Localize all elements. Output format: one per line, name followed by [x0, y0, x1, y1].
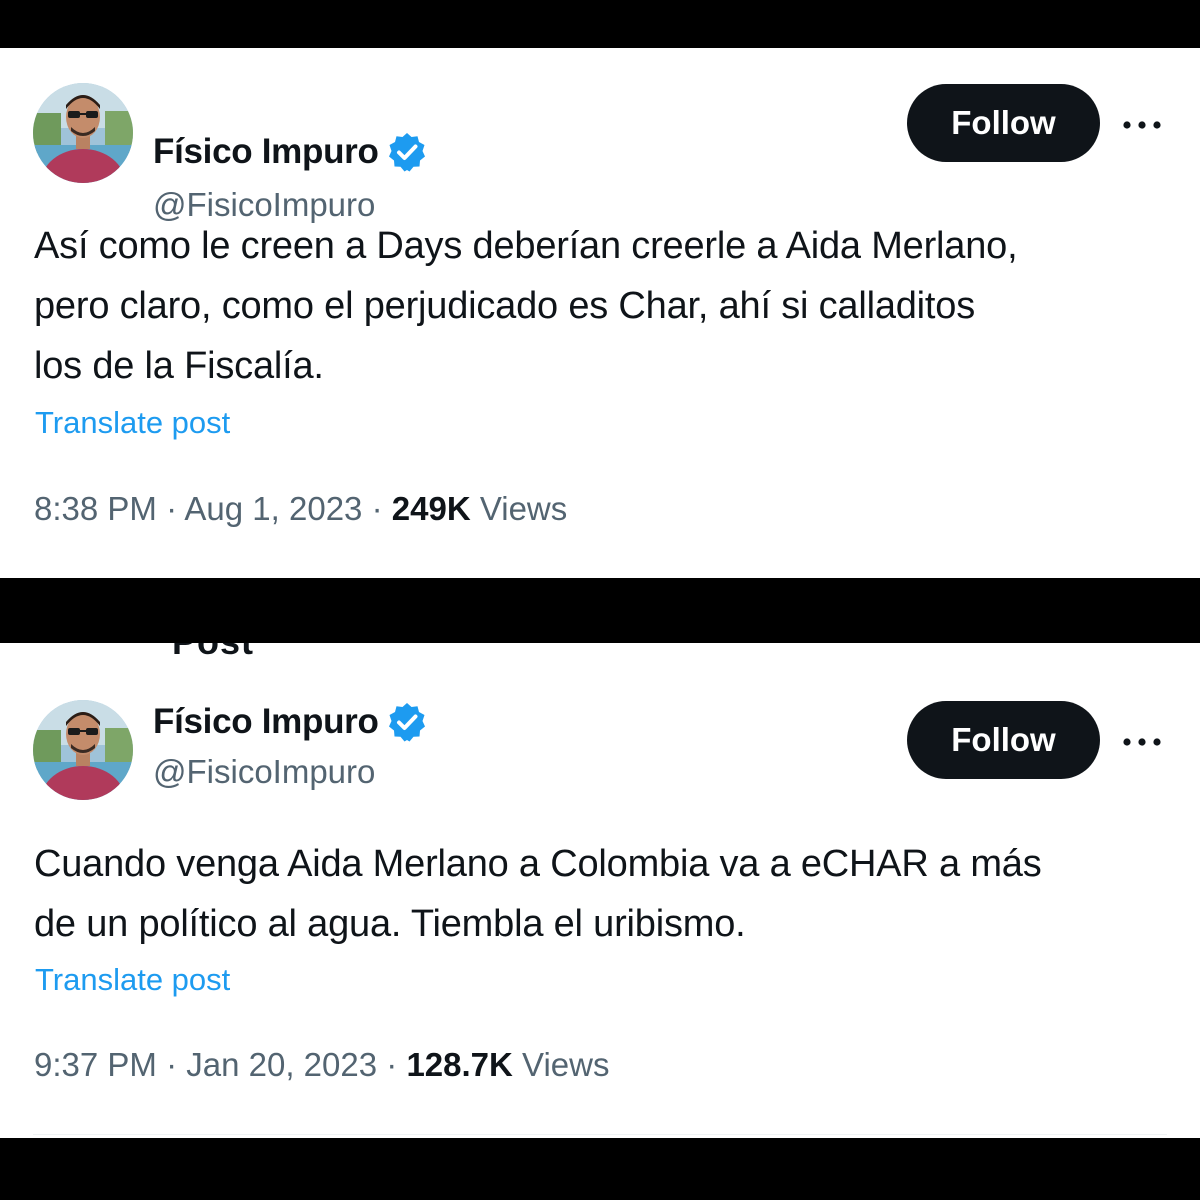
author-display-name[interactable]: Físico Impuro [153, 702, 379, 742]
post-card-2: Post Físico Impuro @FisicoImpuro F [0, 643, 1200, 1138]
post-date[interactable]: Aug 1, 2023 [184, 490, 362, 527]
post-text-line: Cuando venga Aida Merlano a Colombia va … [34, 843, 1042, 885]
post-text-line: pero claro, como el perjudicado es Char,… [34, 285, 976, 327]
author-row: Físico Impuro [153, 132, 427, 172]
post-text: Cuando venga Aida Merlano a Colombia va … [34, 834, 1174, 954]
views-label: Views [479, 490, 568, 527]
author-display-name[interactable]: Físico Impuro [153, 132, 379, 172]
post-card-1: Físico Impuro @FisicoImpuro Follow Así c… [0, 48, 1200, 578]
post-text-line: los de la Fiscalía. [34, 345, 324, 387]
post-meta: 8:38 PM · Aug 1, 2023 · 249K Views [34, 490, 567, 528]
post-date[interactable]: Jan 20, 2023 [186, 1046, 377, 1083]
views-count[interactable]: 249K [392, 490, 480, 527]
translate-post-link[interactable]: Translate post [35, 962, 230, 998]
post-text-line: Así como le creen a Days deberían creerl… [34, 225, 1018, 267]
views-label: Views [522, 1046, 610, 1083]
post-meta: 9:37 PM · Jan 20, 2023 · 128.7K Views [34, 1046, 609, 1084]
avatar[interactable] [33, 700, 133, 800]
views-count[interactable]: 128.7K [406, 1046, 522, 1083]
meta-separator: · [166, 490, 185, 527]
post-time[interactable]: 8:38 PM [34, 490, 157, 527]
post-text: Así como le creen a Days deberían creerl… [34, 216, 1174, 396]
ellipsis-icon[interactable] [1118, 110, 1166, 140]
ellipsis-icon[interactable] [1118, 727, 1166, 757]
translate-post-link[interactable]: Translate post [35, 405, 230, 441]
meta-separator: · [371, 490, 392, 527]
post-time[interactable]: 9:37 PM [34, 1046, 157, 1083]
meta-separator: · [166, 1046, 187, 1083]
follow-button[interactable]: Follow [907, 701, 1100, 779]
follow-button[interactable]: Follow [907, 84, 1100, 162]
page-header-peek: Post [172, 643, 254, 663]
author-row: Físico Impuro [153, 702, 427, 742]
post-text-line: de un político al agua. Tiembla el uribi… [34, 903, 746, 945]
avatar[interactable] [33, 83, 133, 183]
author-handle[interactable]: @FisicoImpuro [153, 753, 375, 791]
meta-separator: · [386, 1046, 407, 1083]
divider [33, 1134, 1167, 1135]
verified-badge-icon [387, 132, 427, 172]
verified-badge-icon [387, 702, 427, 742]
